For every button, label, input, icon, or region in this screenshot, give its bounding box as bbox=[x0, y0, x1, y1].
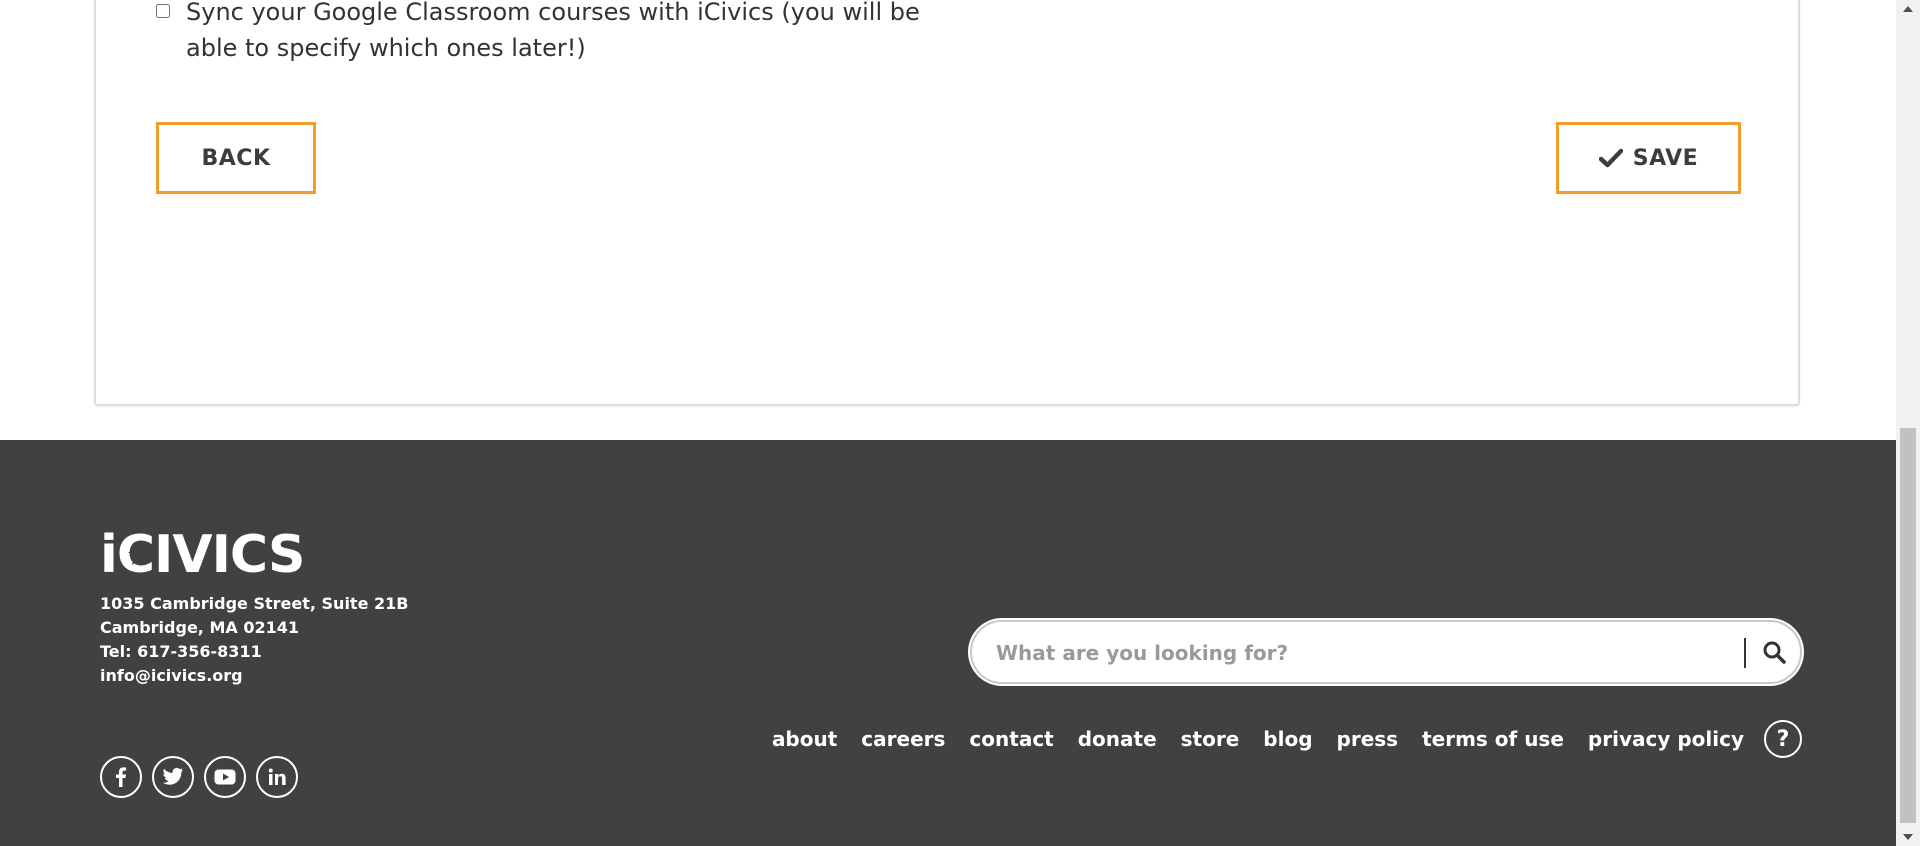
back-button[interactable]: BACK bbox=[156, 122, 316, 194]
search-divider bbox=[1744, 638, 1746, 668]
back-button-label: BACK bbox=[201, 145, 271, 171]
linkedin-icon[interactable] bbox=[256, 756, 298, 798]
footer-link-blog[interactable]: blog bbox=[1263, 727, 1312, 751]
youtube-icon[interactable] bbox=[204, 756, 246, 798]
footer-link-terms[interactable]: terms of use bbox=[1422, 727, 1564, 751]
scroll-down-arrow-icon[interactable] bbox=[1903, 834, 1913, 840]
svg-text:iCIVICS: iCIVICS bbox=[100, 525, 305, 578]
contact-address: 1035 Cambridge Street, Suite 21B Cambrid… bbox=[100, 592, 408, 688]
scrollbar-thumb[interactable] bbox=[1900, 428, 1916, 823]
search-icon[interactable] bbox=[1762, 640, 1786, 664]
sync-classroom-label: Sync your Google Classroom courses with … bbox=[186, 0, 920, 62]
phone-number: Tel: 617-356-8311 bbox=[100, 642, 262, 661]
social-links bbox=[100, 756, 298, 798]
footer-link-careers[interactable]: careers bbox=[861, 727, 945, 751]
save-button-label: SAVE bbox=[1632, 145, 1699, 171]
save-button[interactable]: SAVE bbox=[1556, 122, 1741, 194]
address-line: 1035 Cambridge Street, Suite 21B bbox=[100, 594, 409, 613]
footer-link-about[interactable]: about bbox=[772, 727, 837, 751]
icivics-logo: iCIVICS bbox=[100, 525, 306, 578]
facebook-icon[interactable] bbox=[100, 756, 142, 798]
site-footer: iCIVICS 1035 Cambridge Street, Suite 21B… bbox=[0, 440, 1896, 846]
footer-link-press[interactable]: press bbox=[1337, 727, 1399, 751]
twitter-icon[interactable] bbox=[152, 756, 194, 798]
page-scrollbar[interactable] bbox=[1896, 0, 1920, 846]
help-button[interactable]: ? bbox=[1764, 720, 1802, 758]
footer-nav: about careers contact donate store blog … bbox=[748, 720, 1802, 758]
email-address[interactable]: info@icivics.org bbox=[100, 664, 408, 688]
site-search bbox=[970, 620, 1802, 684]
address-city: Cambridge, MA 02141 bbox=[100, 618, 299, 637]
scroll-up-arrow-icon[interactable] bbox=[1903, 6, 1913, 12]
footer-link-contact[interactable]: contact bbox=[969, 727, 1053, 751]
sync-classroom-checkbox[interactable] bbox=[156, 4, 170, 18]
search-input[interactable] bbox=[994, 634, 1718, 672]
footer-link-donate[interactable]: donate bbox=[1078, 727, 1157, 751]
signup-form-card: Sync your Google Classroom courses with … bbox=[94, 0, 1800, 406]
footer-link-store[interactable]: store bbox=[1181, 727, 1240, 751]
help-question-icon: ? bbox=[1776, 726, 1790, 752]
checkmark-icon bbox=[1598, 148, 1623, 168]
footer-link-privacy[interactable]: privacy policy bbox=[1588, 727, 1744, 751]
